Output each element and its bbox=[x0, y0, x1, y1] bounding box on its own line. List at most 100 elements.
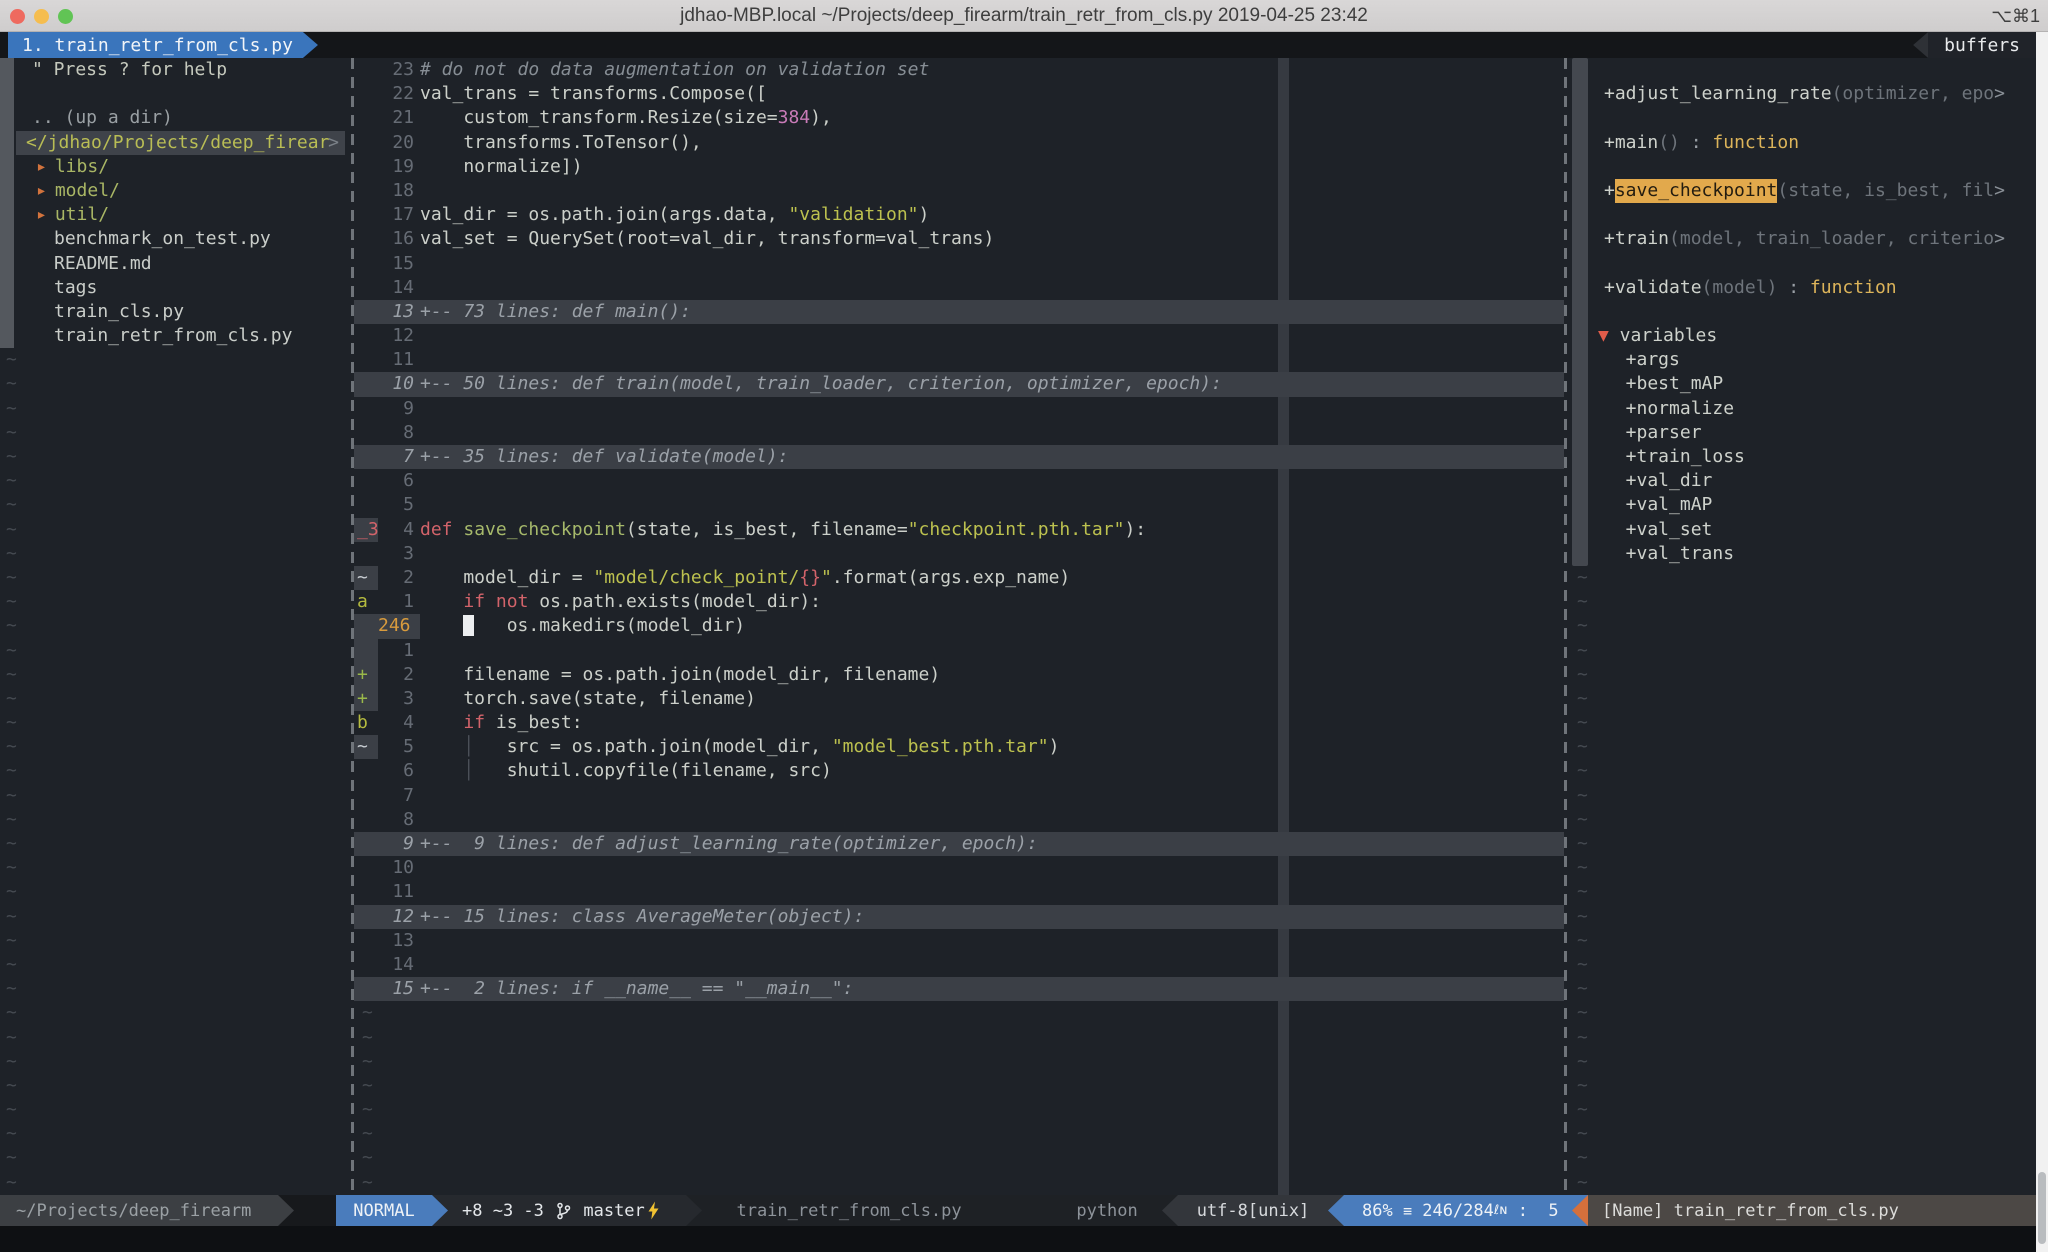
file-tree-empty-line: ~ bbox=[0, 542, 351, 566]
folded-code-line[interactable]: 12+-- 15 lines: class AverageMeter(objec… bbox=[354, 905, 1564, 929]
code-line[interactable]: 23# do not do data augmentation on valid… bbox=[354, 58, 1564, 82]
folded-code-line[interactable]: 13+-- 73 lines: def main(): bbox=[354, 300, 1564, 324]
tagbar-empty-line: ~ bbox=[1567, 759, 2036, 783]
code-line[interactable]: 9 bbox=[354, 397, 1564, 421]
file-tree-empty-line: ~ bbox=[0, 348, 351, 372]
file-tree-item[interactable]: ▸libs/ bbox=[0, 155, 351, 179]
code-line[interactable]: 6 bbox=[354, 469, 1564, 493]
tilde-marker: ~ bbox=[6, 832, 17, 856]
code-line[interactable]: 16val_set = QuerySet(root=val_dir, trans… bbox=[354, 227, 1564, 251]
code-line[interactable]: +2 filename = os.path.join(model_dir, fi… bbox=[354, 663, 1564, 687]
code-line[interactable]: ~ bbox=[354, 1098, 1564, 1122]
sign-column-cell bbox=[354, 639, 378, 663]
close-button[interactable] bbox=[10, 9, 25, 24]
minimize-button[interactable] bbox=[34, 9, 49, 24]
code-line[interactable]: 12 bbox=[354, 324, 1564, 348]
code-line[interactable]: ~ bbox=[354, 1171, 1564, 1195]
file-tree-item[interactable]: ▸util/ bbox=[0, 203, 351, 227]
tagbar-blank-line bbox=[1567, 300, 2036, 324]
file-tree-item[interactable]: " Press ? for help bbox=[0, 58, 351, 82]
code-line[interactable]: ~ bbox=[354, 1146, 1564, 1170]
code-line[interactable]: b4 if is_best: bbox=[354, 711, 1564, 735]
folded-code-line[interactable]: 10+-- 50 lines: def train(model, train_l… bbox=[354, 372, 1564, 396]
code-line[interactable]: ~ bbox=[354, 1074, 1564, 1098]
tagbar-empty-line: ~ bbox=[1567, 905, 2036, 929]
tagbar-item[interactable]: +save_checkpoint(state, is_best, fil> bbox=[1567, 179, 2036, 203]
file-tree-item[interactable]: </jdhao/Projects/deep_firear> bbox=[16, 131, 345, 155]
code-line[interactable]: 5 bbox=[354, 493, 1564, 517]
code-line[interactable]: 21 custom_transform.Resize(size=384), bbox=[354, 106, 1564, 130]
tagbar-item[interactable]: +args bbox=[1567, 348, 2036, 372]
code-line[interactable]: ~ bbox=[354, 1122, 1564, 1146]
tagbar-item[interactable]: +val_trans bbox=[1567, 542, 2036, 566]
tagbar-item[interactable]: +best_mAP bbox=[1567, 372, 2036, 396]
code-line[interactable]: 14 bbox=[354, 953, 1564, 977]
tagbar-item[interactable]: +val_set bbox=[1567, 518, 2036, 542]
code-line[interactable]: a1 if not os.path.exists(model_dir): bbox=[354, 590, 1564, 614]
tilde-marker: ~ bbox=[6, 1001, 17, 1025]
code-line[interactable]: 246 os.makedirs(model_dir) bbox=[354, 614, 1564, 638]
code-line[interactable]: 15 bbox=[354, 252, 1564, 276]
code-line[interactable]: 18 bbox=[354, 179, 1564, 203]
file-tree-item[interactable]: benchmark_on_test.py bbox=[0, 227, 351, 251]
file-tree-item[interactable]: README.md bbox=[0, 252, 351, 276]
code-text bbox=[420, 397, 1564, 421]
tagbar-item[interactable]: +train(model, train_loader, criterio> bbox=[1567, 227, 2036, 251]
folded-code-line[interactable]: 7+-- 35 lines: def validate(model): bbox=[354, 445, 1564, 469]
command-line[interactable] bbox=[0, 1226, 2048, 1252]
code-line[interactable]: _34def save_checkpoint(state, is_best, f… bbox=[354, 518, 1564, 542]
tagbar-item[interactable]: +main() : function bbox=[1567, 131, 2036, 155]
code-line[interactable]: ~ bbox=[354, 1001, 1564, 1025]
code-line[interactable]: 1 bbox=[354, 639, 1564, 663]
code-line[interactable]: ~2 model_dir = "model/check_point/{}".fo… bbox=[354, 566, 1564, 590]
zoom-button[interactable] bbox=[58, 9, 73, 24]
sign-column-cell bbox=[354, 880, 378, 904]
code-line[interactable]: +3 torch.save(state, filename) bbox=[354, 687, 1564, 711]
code-line[interactable]: 13 bbox=[354, 929, 1564, 953]
sign-column-cell: a bbox=[354, 590, 378, 614]
code-line[interactable]: 19 normalize]) bbox=[354, 155, 1564, 179]
code-text bbox=[420, 808, 1564, 832]
code-line[interactable]: 11 bbox=[354, 880, 1564, 904]
tagbar-item[interactable]: +normalize bbox=[1567, 397, 2036, 421]
code-line[interactable]: ~5 │ src = os.path.join(model_dir, "mode… bbox=[354, 735, 1564, 759]
tagbar-item[interactable]: +val_dir bbox=[1567, 469, 2036, 493]
tagbar-item[interactable]: +val_mAP bbox=[1567, 493, 2036, 517]
file-tree-item[interactable]: train_cls.py bbox=[0, 300, 351, 324]
file-tree-item[interactable]: .. (up a dir) bbox=[0, 106, 351, 130]
tagbar-empty-line: ~ bbox=[1567, 590, 2036, 614]
file-tree-item[interactable]: ▸model/ bbox=[0, 179, 351, 203]
vim-tabline: 1. train_retr_from_cls.py buffers bbox=[0, 32, 2048, 58]
code-line[interactable]: 8 bbox=[354, 808, 1564, 832]
tagbar-item[interactable]: +adjust_learning_rate(optimizer, epo> bbox=[1567, 82, 2036, 106]
file-tree-item[interactable]: tags bbox=[0, 276, 351, 300]
code-line[interactable]: ~ bbox=[354, 1050, 1564, 1074]
folded-code-line[interactable]: 9+-- 9 lines: def adjust_learning_rate(o… bbox=[354, 832, 1564, 856]
macos-scrollbar-track[interactable] bbox=[2036, 32, 2048, 1252]
tagbar-item[interactable]: ▼ variables bbox=[1567, 324, 2036, 348]
tagbar-empty-line: ~ bbox=[1567, 880, 2036, 904]
code-editor[interactable]: 23# do not do data augmentation on valid… bbox=[354, 58, 1564, 1195]
code-line[interactable]: 3 bbox=[354, 542, 1564, 566]
folded-code-line[interactable]: 15+-- 2 lines: if __name__ == "__main__"… bbox=[354, 977, 1564, 1001]
tagbar-item[interactable]: +train_loss bbox=[1567, 445, 2036, 469]
file-tree-item[interactable]: train_retr_from_cls.py bbox=[0, 324, 351, 348]
tagbar-item[interactable]: +validate(model) : function bbox=[1567, 276, 2036, 300]
line-number: 23 bbox=[378, 58, 414, 82]
tab-train-retr-from-cls[interactable]: 1. train_retr_from_cls.py bbox=[8, 32, 303, 58]
code-line[interactable]: 14 bbox=[354, 276, 1564, 300]
code-line[interactable]: 6 │ shutil.copyfile(filename, src) bbox=[354, 759, 1564, 783]
file-tree-empty-line: ~ bbox=[0, 687, 351, 711]
tilde-marker: ~ bbox=[6, 518, 17, 542]
tagbar-item[interactable]: +parser bbox=[1567, 421, 2036, 445]
code-line[interactable]: 7 bbox=[354, 784, 1564, 808]
line-number: 6 bbox=[378, 469, 414, 493]
code-line[interactable]: 8 bbox=[354, 421, 1564, 445]
code-line[interactable]: 10 bbox=[354, 856, 1564, 880]
code-line[interactable]: 11 bbox=[354, 348, 1564, 372]
code-line[interactable]: ~ bbox=[354, 1026, 1564, 1050]
code-line[interactable]: 17val_dir = os.path.join(args.data, "val… bbox=[354, 203, 1564, 227]
code-line[interactable]: 20 transforms.ToTensor(), bbox=[354, 131, 1564, 155]
code-line[interactable]: 22val_trans = transforms.Compose([ bbox=[354, 82, 1564, 106]
macos-scrollbar-thumb[interactable] bbox=[2038, 1172, 2046, 1244]
